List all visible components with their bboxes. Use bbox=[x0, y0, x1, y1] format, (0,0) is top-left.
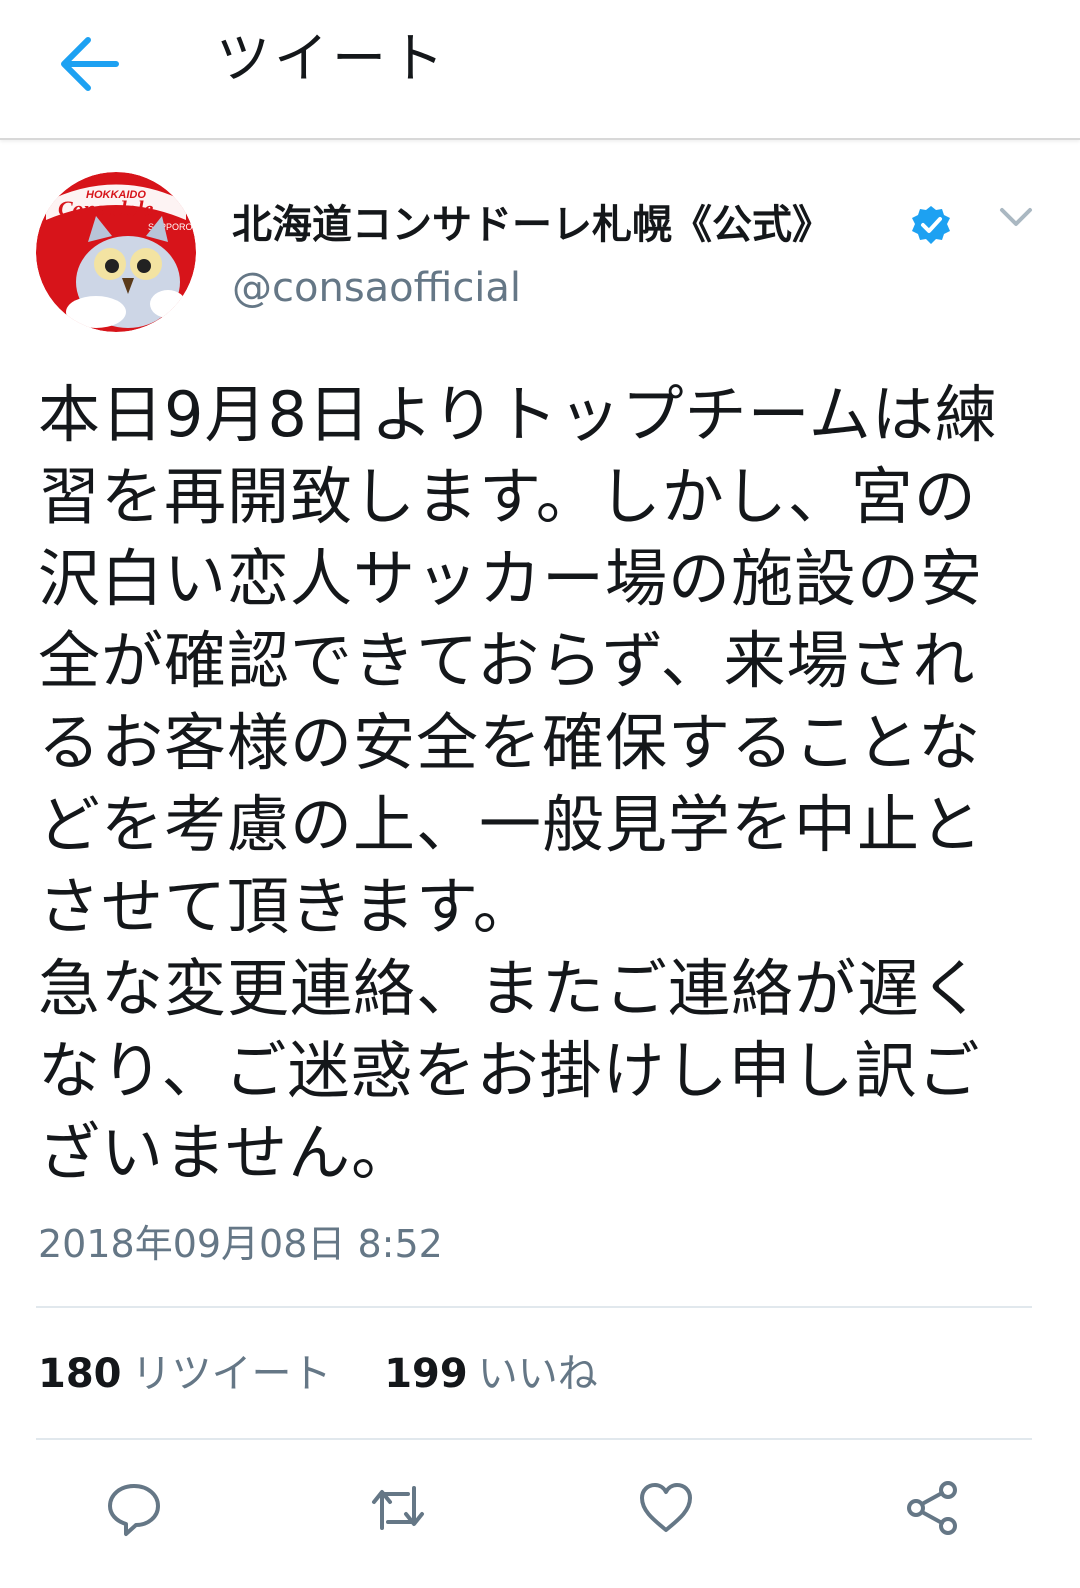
arrow-left-icon bbox=[61, 37, 119, 91]
tweet-text-line: なり、ご迷惑をお掛けし申し訳ご bbox=[38, 1034, 981, 1107]
author-handle[interactable]: @consaofficial bbox=[232, 260, 521, 316]
avatar-logo-text: Consadole bbox=[58, 196, 154, 221]
retweet-icon bbox=[372, 1486, 424, 1530]
reply-button[interactable] bbox=[104, 1478, 164, 1538]
tweet-text-line: 沢白い恋人サッカー場の施設の安 bbox=[38, 542, 984, 615]
avatar[interactable]: HOKKAIDO Consadole SAPPORO bbox=[36, 172, 196, 332]
like-count[interactable]: 199 いいね bbox=[384, 1346, 598, 1402]
tweet-text-line: ざいません。 bbox=[38, 1116, 415, 1189]
like-icon bbox=[640, 1483, 692, 1532]
like-button[interactable] bbox=[636, 1478, 696, 1538]
divider bbox=[36, 1438, 1032, 1440]
divider bbox=[36, 1306, 1032, 1308]
reply-icon bbox=[108, 1484, 160, 1536]
tweet-text-line: どを考慮の上、一般見学を中止と bbox=[38, 788, 984, 861]
author-display-name[interactable]: 北海道コンサドーレ札幌《公式》 bbox=[232, 196, 832, 254]
like-count-label: いいね bbox=[477, 1351, 598, 1397]
tweet-text-line: 習を再開致します。しかし、宮の bbox=[38, 460, 977, 533]
tweet-text-line: るお客様の安全を確保することな bbox=[38, 706, 982, 779]
back-button[interactable] bbox=[56, 30, 124, 98]
chevron-down-icon bbox=[1000, 208, 1032, 226]
share-button[interactable] bbox=[902, 1478, 962, 1538]
mascot-avatar-image: HOKKAIDO Consadole SAPPORO bbox=[36, 172, 196, 332]
tweet-text-line: 急な変更連絡、またご連絡が遅く bbox=[38, 952, 984, 1025]
tweet-text-line: 全が確認できておらず、来場され bbox=[38, 624, 976, 697]
tweet-text-line: させて頂きます。 bbox=[38, 870, 536, 943]
retweet-count[interactable]: 180 リツイート bbox=[38, 1346, 332, 1402]
tweet-text: 本日9月8日よりトップチームは練 習を再開致します。しかし、宮の 沢白い恋人サッ… bbox=[38, 374, 1038, 1194]
tweet-timestamp: 2018年09月08日 8:52 bbox=[38, 1222, 443, 1266]
top-bar: ツイート bbox=[0, 0, 1080, 140]
verified-badge-icon bbox=[912, 206, 950, 244]
retweet-button[interactable] bbox=[368, 1478, 428, 1538]
like-count-number: 199 bbox=[384, 1351, 468, 1397]
tweet-text-line: 本日9月8日よりトップチームは練 bbox=[38, 378, 998, 451]
retweet-count-number: 180 bbox=[38, 1351, 122, 1397]
tweet-menu-button[interactable] bbox=[996, 200, 1036, 234]
retweet-count-label: リツイート bbox=[131, 1351, 332, 1397]
share-icon bbox=[907, 1481, 957, 1535]
page-title: ツイート bbox=[216, 27, 448, 90]
tweet-stats: 180 リツイート 199 いいね bbox=[38, 1346, 638, 1402]
